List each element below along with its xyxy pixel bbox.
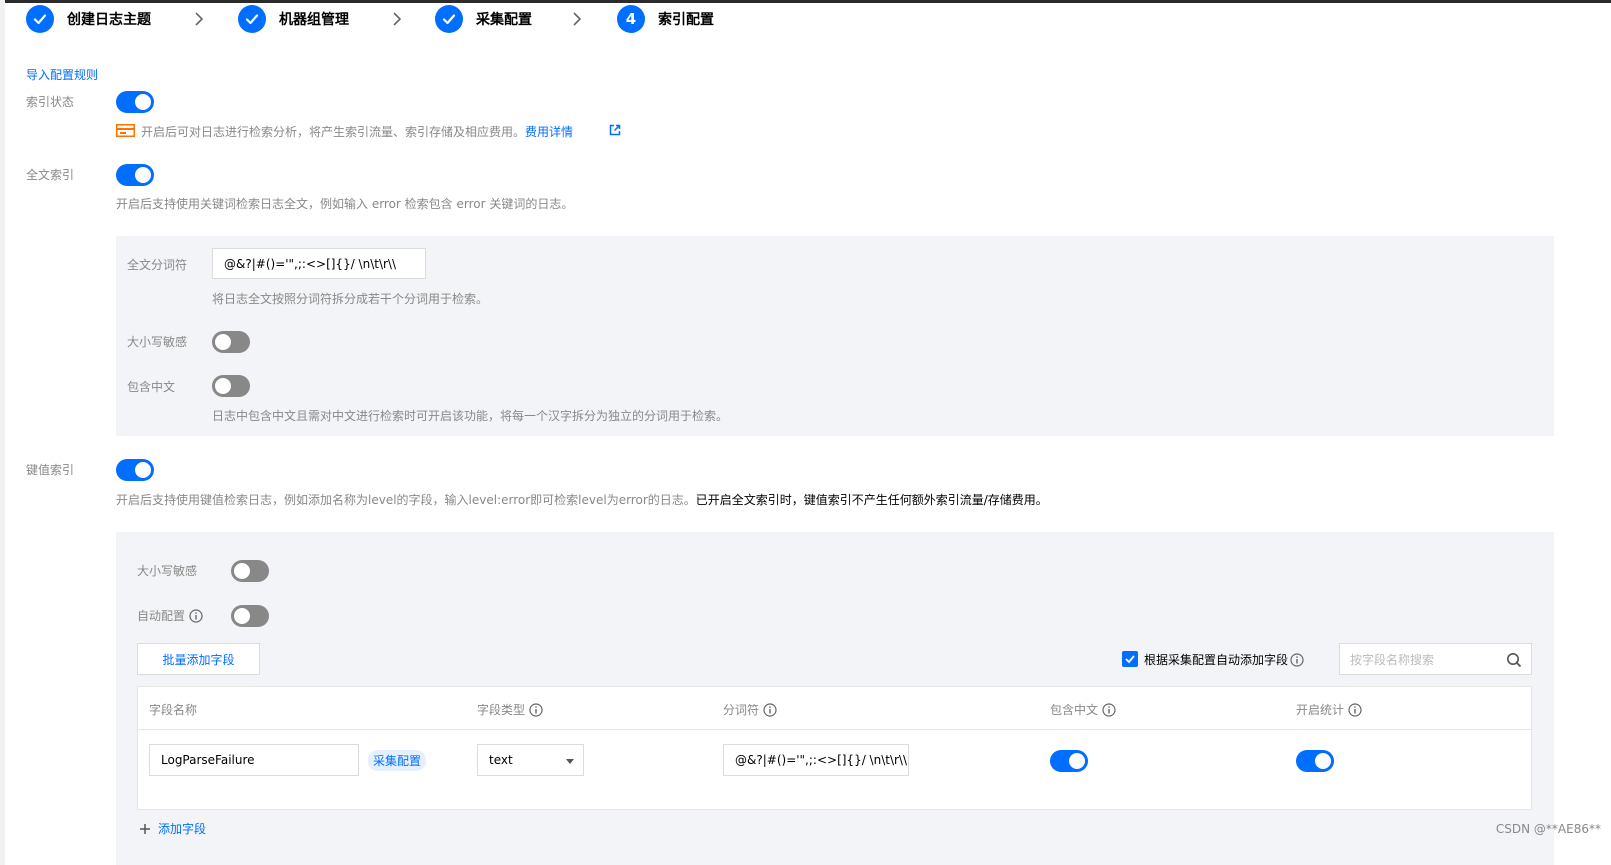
field-name-input[interactable]: LogParseFailure <box>149 744 359 776</box>
info-icon[interactable] <box>529 702 543 717</box>
index-status-notice: 开启后可对日志进行检索分析，将产生索引流量、索引存储及相应费用。费用详情 <box>141 125 574 139</box>
column-header-delimiter: 分词符 <box>723 701 777 718</box>
source-tag: 采集配置 <box>368 750 427 771</box>
info-icon[interactable] <box>1348 702 1362 717</box>
column-header-statistics: 开启统计 <box>1296 701 1362 718</box>
plus-icon <box>140 823 150 834</box>
kv-index-hint-strong: 已开启全文索引时，键值索引不产生任何额外索引流量/存储费用。 <box>695 493 1048 507</box>
full-text-index-toggle[interactable] <box>116 164 154 186</box>
column-header-field-type: 字段类型 <box>477 701 543 718</box>
delimiter-input[interactable]: @&?|#()='",;:<>[]{}/ \n\t\r\\ <box>212 248 426 279</box>
info-icon[interactable] <box>1290 652 1304 667</box>
step-label: 机器组管理 <box>279 12 349 28</box>
info-icon[interactable] <box>189 608 203 623</box>
include-chinese-label: 包含中文 <box>127 380 176 394</box>
include-chinese-toggle[interactable] <box>212 375 250 397</box>
window-left-edge <box>0 0 5 865</box>
field-type-value: text <box>489 753 513 767</box>
fields-table: 字段名称 字段类型 分词符 包含中文 开启统计 LogParseFailure … <box>137 686 1532 810</box>
chevron-right-icon <box>573 12 582 26</box>
import-config-rule-link[interactable]: 导入配置规则 <box>26 66 98 83</box>
table-row: LogParseFailure 采集配置 text @&?|#()='",;:<… <box>138 730 1531 810</box>
step-number: 4 <box>617 5 645 33</box>
step-label: 采集配置 <box>476 12 532 28</box>
check-icon <box>435 5 463 33</box>
window-top-edge <box>0 0 1611 3</box>
full-text-index-label: 全文索引 <box>26 168 75 182</box>
external-link-icon[interactable] <box>609 124 621 136</box>
search-icon[interactable] <box>1506 652 1522 668</box>
kv-index-label: 键值索引 <box>26 463 75 477</box>
delimiter-hint: 将日志全文按照分词符拆分成若干个分词用于检索。 <box>212 292 489 306</box>
step-create-topic[interactable]: 创建日志主题 <box>26 5 151 33</box>
field-search-input[interactable]: 按字段名称搜索 <box>1339 643 1532 675</box>
case-sensitive-toggle[interactable] <box>212 331 250 353</box>
chevron-down-icon <box>566 759 574 764</box>
step-label: 索引配置 <box>658 12 714 28</box>
column-header-field-name: 字段名称 <box>149 703 198 717</box>
index-status-toggle[interactable] <box>116 91 154 113</box>
check-icon <box>26 5 54 33</box>
step-index-config[interactable]: 4 索引配置 <box>617 5 714 33</box>
full-text-index-hint: 开启后支持使用关键词检索日志全文，例如输入 error 检索包含 error 关… <box>116 197 574 211</box>
billing-details-link[interactable]: 费用详情 <box>525 125 573 139</box>
kv-index-hint: 开启后支持使用键值检索日志，例如添加名称为level的字段，输入level:er… <box>116 493 1048 507</box>
column-header-include-chinese: 包含中文 <box>1050 701 1116 718</box>
auto-config-toggle[interactable] <box>231 605 269 627</box>
chevron-right-icon <box>393 12 402 26</box>
step-machine-group[interactable]: 机器组管理 <box>238 5 349 33</box>
auto-add-fields-label: 根据采集配置自动添加字段 <box>1144 651 1304 668</box>
field-type-select[interactable]: text <box>477 744 584 776</box>
auto-add-fields-checkbox[interactable] <box>1122 651 1138 667</box>
add-field-label: 添加字段 <box>158 822 207 836</box>
row-include-chinese-toggle[interactable] <box>1050 750 1088 772</box>
auto-config-label: 自动配置 <box>137 607 203 624</box>
add-field-button[interactable]: 添加字段 <box>139 820 206 837</box>
full-text-settings-panel: 全文分词符 @&?|#()='",;:<>[]{}/ \n\t\r\\ 将日志全… <box>116 236 1554 436</box>
watermark: CSDN @**AE86** <box>1495 822 1601 836</box>
chevron-right-icon <box>195 12 204 26</box>
include-chinese-hint: 日志中包含中文且需对中文进行检索时可开启该功能，将每一个汉字拆分为独立的分词用于… <box>212 409 729 423</box>
info-icon[interactable] <box>763 702 777 717</box>
step-label: 创建日志主题 <box>67 12 151 28</box>
index-status-label: 索引状态 <box>26 95 75 109</box>
kv-settings-panel: 大小写敏感 自动配置 批量添加字段 根据采集配置自动添加字段 按字段名称搜索 字… <box>116 532 1554 865</box>
delimiter-label: 全文分词符 <box>127 258 188 272</box>
billing-warning-icon <box>116 124 135 137</box>
check-icon <box>238 5 266 33</box>
info-icon[interactable] <box>1102 702 1116 717</box>
batch-add-fields-button[interactable]: 批量添加字段 <box>137 643 260 675</box>
kv-case-sensitive-toggle[interactable] <box>231 560 269 582</box>
step-collection-config[interactable]: 采集配置 <box>435 5 532 33</box>
row-statistics-toggle[interactable] <box>1296 750 1334 772</box>
search-placeholder: 按字段名称搜索 <box>1350 652 1435 667</box>
field-delimiter-input[interactable]: @&?|#()='",;:<>[]{}/ \n\t\r\\ <box>723 744 909 776</box>
kv-index-toggle[interactable] <box>116 459 154 481</box>
kv-case-sensitive-label: 大小写敏感 <box>137 564 198 578</box>
case-sensitive-label: 大小写敏感 <box>127 335 188 349</box>
